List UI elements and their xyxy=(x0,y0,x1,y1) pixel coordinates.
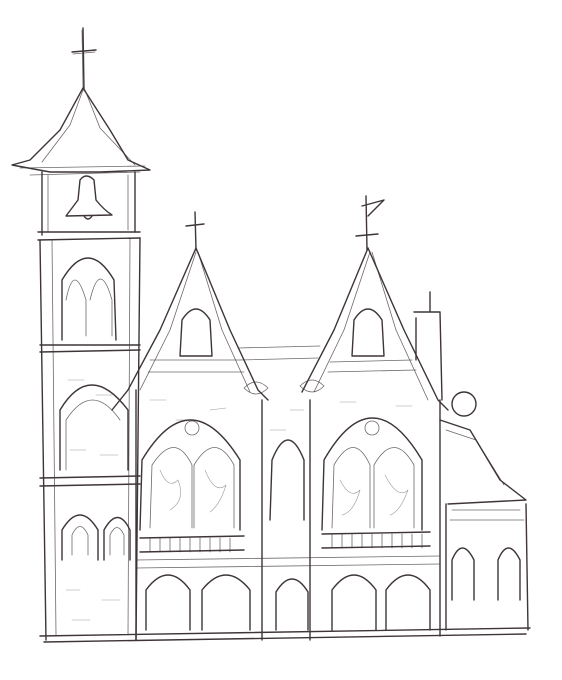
central-section xyxy=(237,345,325,641)
bell-icon xyxy=(65,175,113,217)
ground-floor xyxy=(39,389,531,643)
right-gable xyxy=(301,195,449,531)
bell-tower xyxy=(11,27,151,641)
side-wing xyxy=(413,291,529,631)
church-sketch-illustration xyxy=(11,27,531,643)
sketch-canvas xyxy=(0,0,562,680)
